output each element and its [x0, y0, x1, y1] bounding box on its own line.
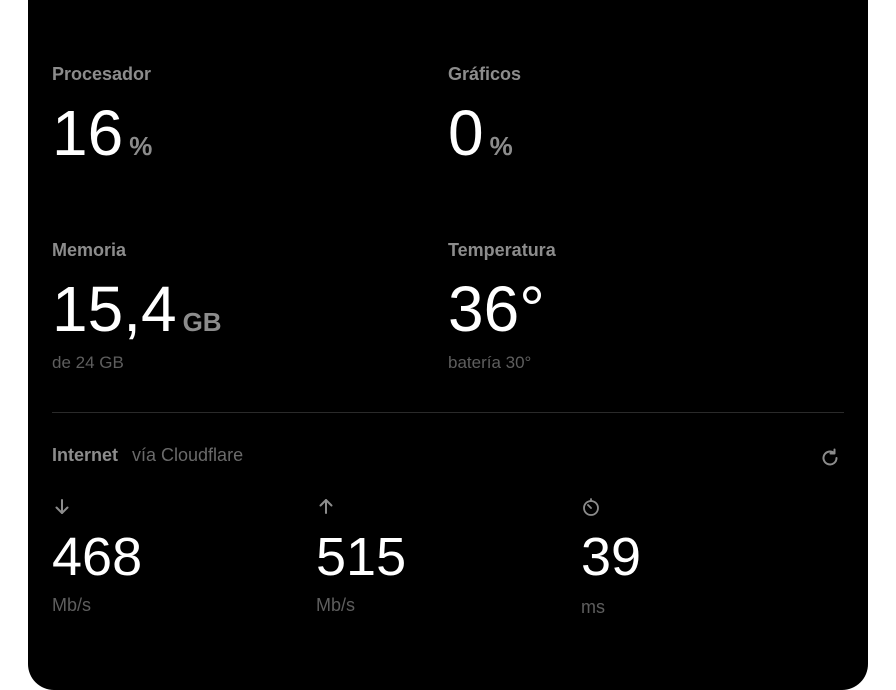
memory-label: Memoria: [52, 240, 127, 260]
timer-icon: [581, 497, 601, 517]
latency-value: 39: [581, 527, 642, 587]
latency-unit: ms: [581, 597, 605, 617]
divider: [52, 412, 844, 413]
temperature-label: Temperatura: [448, 240, 556, 260]
memory-total: de 24 GB: [52, 353, 124, 372]
memory-value: 15,4: [52, 273, 177, 345]
download-unit: Mb/s: [52, 595, 92, 615]
upload-value: 515: [316, 527, 407, 587]
battery-temperature: batería 30°: [448, 353, 532, 372]
processor-value: 16: [52, 97, 124, 169]
processor-value-group: 16%: [52, 101, 152, 165]
temperature-value: 36°: [448, 273, 545, 345]
memory-unit: GB: [182, 307, 222, 337]
arrow-up-icon: [316, 496, 336, 516]
memory-value-group: 15,4 GB: [52, 277, 222, 341]
internet-source: vía Cloudflare: [132, 445, 244, 465]
internet-header: Internet vía Cloudflare: [52, 445, 243, 466]
upload-unit: Mb/s: [316, 595, 356, 615]
processor-unit: %: [129, 131, 153, 161]
refresh-icon[interactable]: [818, 446, 842, 470]
internet-title: Internet: [52, 445, 119, 465]
graphics-value: 0: [448, 97, 484, 169]
arrow-down-icon: [52, 497, 72, 517]
processor-label: Procesador: [52, 64, 152, 84]
download-value: 468: [52, 527, 143, 587]
system-stats-panel: Procesador 16% Gráficos 0% Memoria 15,4 G…: [28, 0, 868, 690]
graphics-unit: %: [489, 131, 513, 161]
graphics-value-group: 0%: [448, 101, 513, 165]
graphics-label: Gráficos: [448, 64, 522, 84]
